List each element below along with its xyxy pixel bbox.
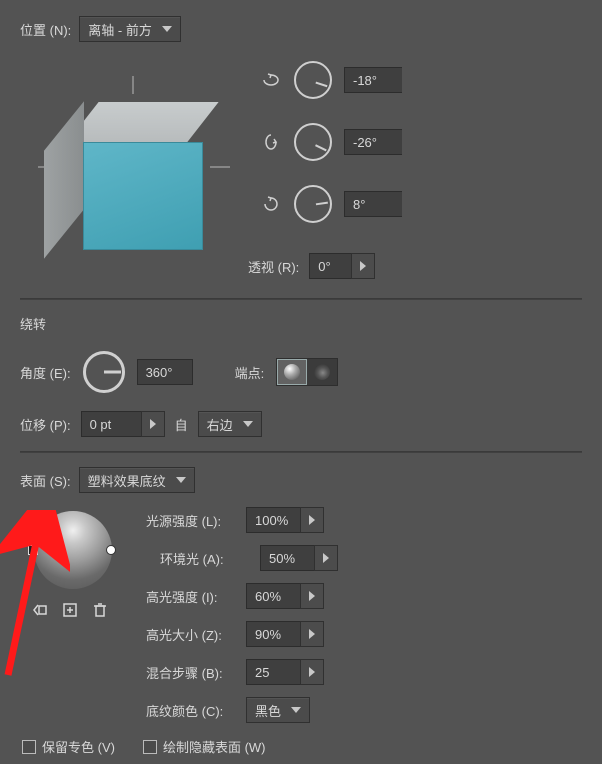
rotate-z-field[interactable]: 8° [344, 191, 402, 217]
ambient-step[interactable] [314, 545, 338, 571]
highlight-size-step[interactable] [300, 621, 324, 647]
section-divider [20, 451, 582, 453]
axis-vertical [132, 76, 134, 94]
perspective-field[interactable]: 0° [309, 253, 351, 279]
surface-label: 表面 (S): [20, 471, 71, 490]
bevel-angle-dial[interactable] [83, 351, 125, 393]
ambient-value: 50% [269, 551, 295, 566]
light-handle[interactable] [106, 545, 116, 555]
shade-color-label: 底纹颜色 (C): [146, 701, 236, 720]
bevel-cap-label: 端点: [235, 363, 265, 382]
chevron-down-icon [176, 477, 186, 483]
cube-face-left [44, 101, 84, 258]
chevron-down-icon [243, 421, 253, 427]
light-delete-button[interactable] [89, 599, 111, 621]
chevron-right-icon [309, 629, 315, 639]
light-handle-selected[interactable] [28, 545, 38, 555]
highlight-size-label: 高光大小 (Z): [146, 625, 236, 644]
rotate-x-icon [260, 71, 282, 89]
rotate-z-dial[interactable] [294, 185, 332, 223]
shade-color-select[interactable]: 黑色 [246, 697, 310, 723]
perspective-label: 透视 (R): [248, 257, 299, 276]
cube-face-front [83, 142, 203, 250]
ambient-label: 环境光 (A): [160, 549, 250, 568]
rotate-y-field[interactable]: -26° [344, 129, 402, 155]
rotate-z-value: 8° [353, 197, 365, 212]
surface-preset-select[interactable]: 塑料效果底纹 [79, 467, 195, 493]
bevel-from-label: 自 [175, 415, 188, 434]
position-preset-value: 离轴 - 前方 [88, 20, 152, 39]
chevron-right-icon [309, 515, 315, 525]
chevron-right-icon [360, 261, 366, 271]
chevron-right-icon [323, 553, 329, 563]
preserve-spot-label: 保留专色 (V) [42, 740, 115, 755]
chevron-right-icon [150, 419, 156, 429]
rotate-z-icon [260, 194, 282, 214]
light-intensity-field[interactable]: 100% [246, 507, 300, 533]
axis-horizontal-right [210, 166, 230, 168]
bevel-offset-label: 位移 (P): [20, 415, 71, 434]
cap-option-solid[interactable] [277, 359, 307, 385]
rotate-y-value: -26° [353, 135, 377, 150]
bevel-offset-step-button[interactable] [141, 411, 165, 437]
surface-preset-value: 塑料效果底纹 [88, 471, 166, 490]
rotate-x-dial[interactable] [294, 61, 332, 99]
bevel-section-title: 绕转 [20, 314, 46, 333]
rotation-cube-widget[interactable] [20, 56, 230, 264]
bevel-from-select[interactable]: 右边 [198, 411, 262, 437]
position-preset-select[interactable]: 离轴 - 前方 [79, 16, 181, 42]
rotate-y-icon [260, 132, 282, 152]
cap-hollow-icon [314, 364, 330, 380]
light-intensity-label: 光源强度 (L): [146, 511, 236, 530]
bevel-angle-label: 角度 (E): [20, 363, 71, 382]
draw-hidden-checkbox[interactable]: 绘制隐藏表面 (W) [143, 737, 266, 756]
draw-hidden-label: 绘制隐藏表面 (W) [163, 740, 266, 755]
perspective-step-button[interactable] [351, 253, 375, 279]
chevron-right-icon [309, 591, 315, 601]
rotate-y-dial[interactable] [294, 123, 332, 161]
highlight-intensity-label: 高光强度 (I): [146, 587, 236, 606]
bevel-angle-field[interactable]: 360° [137, 359, 193, 385]
bevel-angle-value: 360° [146, 365, 173, 380]
ambient-field[interactable]: 50% [260, 545, 314, 571]
bevel-offset-field[interactable]: 0 pt [81, 411, 141, 437]
highlight-size-field[interactable]: 90% [246, 621, 300, 647]
blend-steps-field[interactable]: 25 [246, 659, 300, 685]
rotate-x-value: -18° [353, 73, 377, 88]
highlight-intensity-step[interactable] [300, 583, 324, 609]
rotate-x-field[interactable]: -18° [344, 67, 402, 93]
highlight-intensity-field[interactable]: 60% [246, 583, 300, 609]
cube-face-top [67, 102, 218, 142]
highlight-intensity-value: 60% [255, 589, 281, 604]
checkbox-icon [143, 740, 157, 754]
light-intensity-value: 100% [255, 513, 288, 528]
light-add-button[interactable] [59, 599, 81, 621]
light-back-button[interactable] [29, 599, 51, 621]
highlight-size-value: 90% [255, 627, 281, 642]
chevron-down-icon [291, 707, 301, 713]
position-label: 位置 (N): [20, 20, 71, 39]
section-divider [20, 298, 582, 300]
bevel-from-value: 右边 [207, 415, 233, 434]
blend-steps-value: 25 [255, 665, 269, 680]
shade-color-value: 黑色 [255, 701, 281, 720]
blend-steps-label: 混合步骤 (B): [146, 663, 236, 682]
bevel-cap-toggle[interactable] [276, 358, 338, 386]
chevron-down-icon [162, 26, 172, 32]
preserve-spot-checkbox[interactable]: 保留专色 (V) [22, 737, 115, 756]
cap-option-hollow[interactable] [307, 359, 337, 385]
perspective-value: 0° [318, 259, 330, 274]
cap-solid-icon [284, 364, 300, 380]
cube-3d [63, 104, 193, 234]
chevron-right-icon [309, 667, 315, 677]
checkbox-icon [22, 740, 36, 754]
light-intensity-step[interactable] [300, 507, 324, 533]
bevel-offset-value: 0 pt [90, 417, 112, 432]
light-sphere-widget[interactable] [34, 511, 112, 589]
blend-steps-step[interactable] [300, 659, 324, 685]
